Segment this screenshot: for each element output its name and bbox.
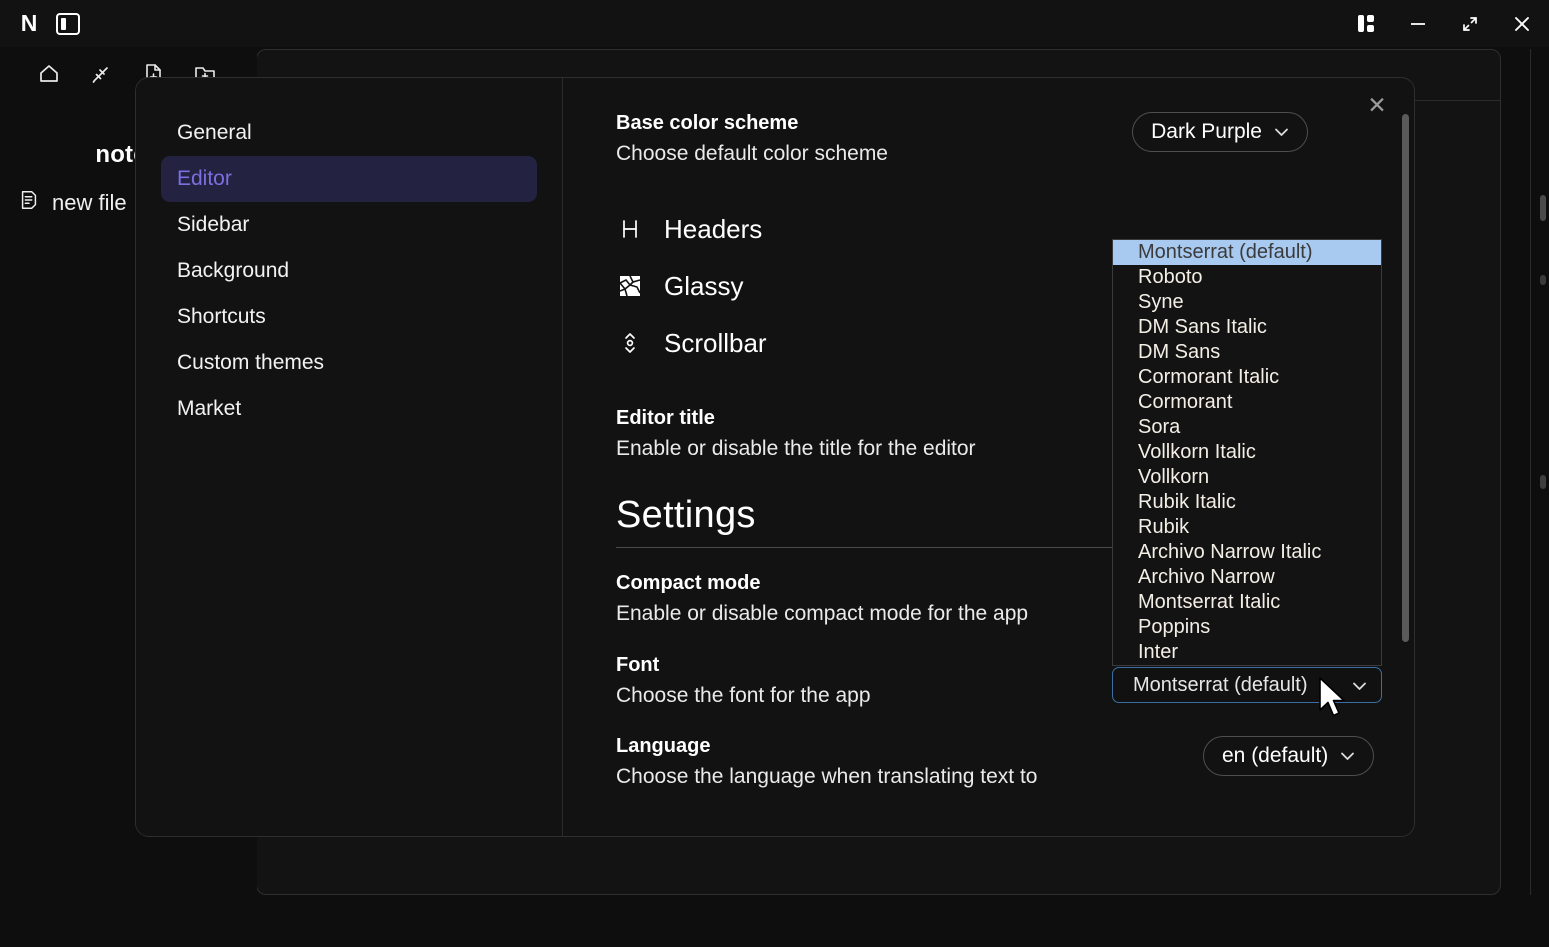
home-icon[interactable] (36, 61, 62, 87)
font-option[interactable]: Montserrat (default) (1113, 240, 1381, 265)
color-scheme-select[interactable]: Dark Purple (1132, 112, 1308, 152)
font-option[interactable]: Montserrat Italic (1113, 590, 1381, 615)
title-bar: N (0, 0, 1549, 47)
font-option[interactable]: DM Sans (1113, 340, 1381, 365)
font-option[interactable]: Poppins (1113, 615, 1381, 640)
chevron-down-icon (1352, 674, 1367, 697)
font-option[interactable]: Archivo Narrow Italic (1113, 540, 1381, 565)
right-scrollbar-marker-2 (1540, 275, 1546, 285)
right-scrollbar-marker-3 (1540, 475, 1546, 489)
headers-icon (616, 215, 644, 243)
chevron-down-icon (1340, 748, 1355, 764)
font-option[interactable]: Cormorant (1113, 390, 1381, 415)
settings-nav-general[interactable]: General (161, 110, 537, 156)
font-option[interactable]: DM Sans Italic (1113, 315, 1381, 340)
feature-label: Glassy (664, 270, 744, 301)
close-icon[interactable] (1509, 11, 1535, 37)
app-window: N noted new file General Editor Sidebar … (0, 0, 1549, 947)
font-option[interactable]: Sora (1113, 415, 1381, 440)
edit-icon[interactable] (88, 61, 114, 87)
feature-label: Scrollbar (664, 327, 767, 358)
split-view-icon[interactable] (1353, 11, 1379, 37)
font-option[interactable]: Vollkorn Italic (1113, 440, 1381, 465)
settings-scrollbar-thumb[interactable] (1402, 114, 1409, 642)
settings-nav-custom-themes[interactable]: Custom themes (161, 340, 537, 386)
font-option[interactable]: Cormorant Italic (1113, 365, 1381, 390)
new-file-document-icon (18, 189, 40, 217)
scrollbar-icon (616, 329, 644, 357)
color-scheme-subtitle: Choose default color scheme (616, 142, 888, 165)
maximize-icon[interactable] (1457, 11, 1483, 37)
app-logo-icon: N (20, 10, 38, 36)
font-option[interactable]: Syne (1113, 290, 1381, 315)
sidebar-item-label: new file (52, 190, 127, 215)
settings-close-button[interactable]: ✕ (1362, 90, 1392, 120)
font-option[interactable]: Rubik (1113, 515, 1381, 540)
feature-label: Headers (664, 213, 763, 244)
settings-nav: General Editor Sidebar Background Shortc… (136, 78, 563, 836)
font-dropdown-list[interactable]: Montserrat (default) Roboto Syne DM Sans It… (1112, 239, 1382, 666)
color-scheme-title: Base color scheme (616, 112, 799, 134)
settings-nav-sidebar[interactable]: Sidebar (161, 202, 537, 248)
font-option[interactable]: Vollkorn (1113, 465, 1381, 490)
settings-nav-editor[interactable]: Editor (161, 156, 537, 202)
chevron-down-icon (1274, 124, 1289, 140)
font-option[interactable]: Rubik Italic (1113, 490, 1381, 515)
settings-nav-market[interactable]: Market (161, 386, 537, 432)
color-scheme-text: Base color scheme Choose default color s… (616, 108, 888, 170)
right-strip-divider (1530, 49, 1531, 895)
color-scheme-value: Dark Purple (1151, 120, 1262, 143)
glassy-icon (616, 272, 644, 300)
setting-row-color-scheme: Base color scheme Choose default color s… (616, 108, 1354, 170)
settings-nav-background[interactable]: Background (161, 248, 537, 294)
minimize-icon[interactable] (1405, 11, 1431, 37)
language-select[interactable]: en (default) (1203, 736, 1375, 776)
font-option[interactable]: Roboto (1113, 265, 1381, 290)
panel-toggle-icon[interactable] (56, 12, 80, 35)
language-select-value: en (default) (1222, 744, 1329, 767)
title-bar-left: N (0, 11, 80, 37)
right-scrollbar-thumb[interactable] (1540, 195, 1546, 221)
window-controls (1353, 0, 1535, 47)
settings-nav-shortcuts[interactable]: Shortcuts (161, 294, 537, 340)
font-option[interactable]: Archivo Narrow (1113, 565, 1381, 590)
font-option[interactable]: Inter (1113, 640, 1381, 665)
font-select[interactable]: Montserrat (default) (1112, 667, 1382, 703)
font-select-value: Montserrat (default) (1133, 673, 1308, 696)
